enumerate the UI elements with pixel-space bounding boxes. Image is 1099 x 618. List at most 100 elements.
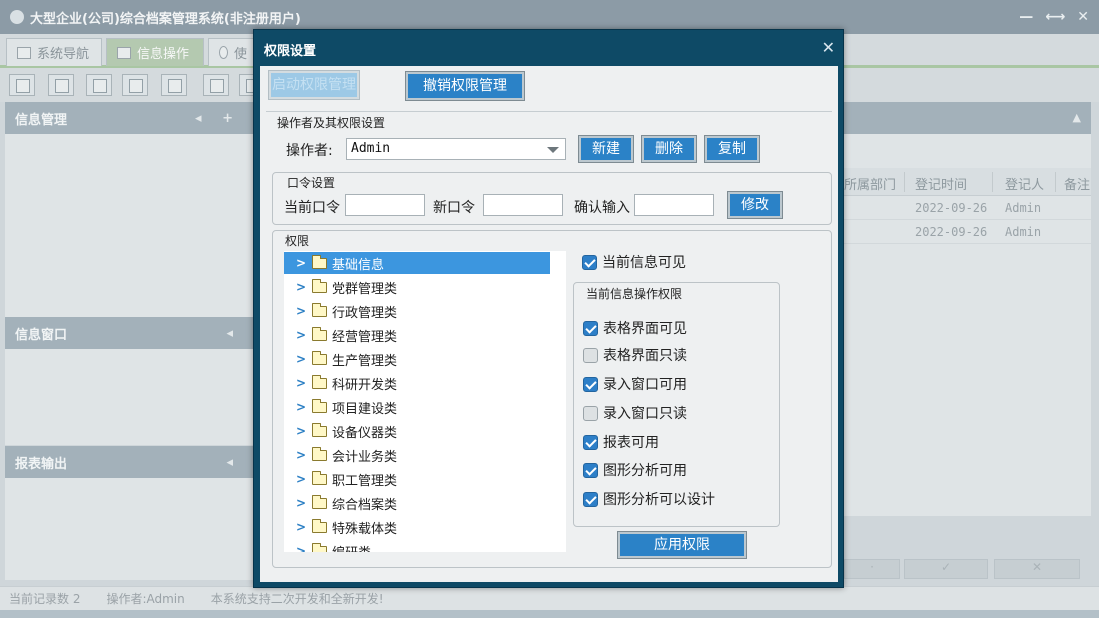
ops-checkbox[interactable]: 图形分析可以设计 [583, 489, 715, 509]
panel-info-management[interactable]: 信息管理 ◂ + [5, 102, 255, 134]
toolbar-list-icon[interactable] [86, 74, 112, 96]
checkbox-checked-icon[interactable] [583, 320, 598, 336]
toolbar-export-icon[interactable] [203, 74, 229, 96]
bottom-strip [0, 610, 1099, 618]
operator-label: 操作者: [286, 143, 333, 159]
chevron-right-icon[interactable]: > [296, 400, 306, 414]
checkbox-checked-icon[interactable] [583, 462, 598, 478]
folder-icon [312, 542, 327, 552]
tree-node[interactable]: > 特殊载体类 [284, 516, 550, 538]
ops-checkbox[interactable]: 录入窗口只读 [583, 403, 687, 423]
maximize-icon[interactable]: ⟷ [1045, 9, 1065, 25]
delete-operator-button[interactable]: 删除 [641, 135, 697, 163]
ops-checkbox[interactable]: 录入窗口可用 [583, 374, 687, 394]
tree-node[interactable]: > 科研开发类 [284, 372, 550, 394]
tab-third[interactable]: 使 [208, 38, 258, 66]
checkbox-checked-icon[interactable] [583, 434, 598, 450]
checkbox-checked-icon[interactable] [582, 254, 597, 270]
confirm-password-label: 确认输入 [574, 200, 630, 216]
ops-checkbox[interactable]: 图形分析可用 [583, 460, 687, 480]
close-icon[interactable]: ✕ [822, 38, 835, 57]
tree-node[interactable]: > 设备仪器类 [284, 420, 550, 442]
new-operator-button[interactable]: 新建 [578, 135, 634, 163]
chevron-right-icon[interactable]: > [296, 352, 306, 366]
toolbar-user-icon[interactable] [122, 74, 148, 96]
panel-collapse-icon[interactable]: ◂ + [195, 111, 241, 126]
apply-permission-button[interactable]: 应用权限 [617, 531, 747, 559]
chevron-down-icon[interactable] [547, 147, 559, 153]
checkbox-unchecked-icon[interactable] [583, 405, 598, 421]
tree-node[interactable]: > 行政管理类 [284, 300, 550, 322]
tab-system-nav[interactable]: 系统导航 [6, 38, 102, 66]
toolbar-doc-icon[interactable] [48, 74, 74, 96]
tree-node[interactable]: > 职工管理类 [284, 468, 550, 490]
checkbox-checked-icon[interactable] [583, 491, 598, 507]
status-bar: 当前记录数 2 操作者:Admin 本系统支持二次开发和全新开发! [0, 586, 1099, 610]
bg-nav-button[interactable]: · [844, 559, 900, 579]
panel-collapse-icon[interactable]: ◂ [226, 326, 241, 341]
checkbox-unchecked-icon[interactable] [583, 347, 598, 363]
visible-checkbox[interactable]: 当前信息可见 [582, 252, 686, 272]
tree-node[interactable]: > 综合档案类 [284, 492, 550, 514]
dialog-body: 启动权限管理 撤销权限管理 操作者及其权限设置 操作者: Admin 新建 删除… [260, 66, 838, 582]
toolbar-image-icon[interactable] [161, 74, 187, 96]
close-window-icon[interactable]: ✕ [1077, 9, 1089, 25]
ops-checkbox[interactable]: 表格界面可见 [583, 318, 687, 338]
enable-permission-button[interactable]: 启动权限管理 [268, 70, 360, 100]
folder-icon [312, 494, 327, 509]
table-row[interactable]: 2022-09-26 Admin [842, 196, 1091, 220]
status-record-count: 当前记录数 2 [9, 592, 81, 606]
folder-icon [312, 326, 327, 341]
chevron-right-icon[interactable]: > [296, 256, 306, 270]
category-tree[interactable]: > 基础信息 > 党群管理类 > 行政管理类 > 经营管理类 > 生产管理类 >… [284, 251, 566, 552]
collapse-up-icon[interactable]: ▲ [1073, 111, 1081, 124]
minimize-icon[interactable]: — [1019, 9, 1033, 25]
current-password-input[interactable] [345, 194, 425, 216]
permission-group-label: 权限 [283, 232, 312, 249]
tree-node[interactable]: > 会计业务类 [284, 444, 550, 466]
panel-collapse-icon[interactable]: ◂ [226, 455, 241, 470]
ops-checkbox[interactable]: 表格界面只读 [583, 345, 687, 365]
tree-node-basic-info[interactable]: > 基础信息 [284, 252, 550, 274]
panel-report-output[interactable]: 报表输出 ◂ [5, 446, 255, 478]
checkbox-checked-icon[interactable] [583, 376, 598, 392]
chevron-right-icon[interactable]: > [296, 280, 306, 294]
folder-icon [312, 350, 327, 365]
col-dept[interactable]: 所属部门 [844, 174, 896, 193]
operator-select[interactable]: Admin [346, 138, 566, 160]
tab-info-ops[interactable]: 信息操作 [106, 38, 204, 66]
chevron-right-icon[interactable]: > [296, 544, 306, 552]
tree-node[interactable]: > 生产管理类 [284, 348, 550, 370]
confirm-password-input[interactable] [634, 194, 714, 216]
chevron-right-icon[interactable]: > [296, 376, 306, 390]
col-time[interactable]: 登记时间 [915, 174, 967, 193]
disable-permission-button[interactable]: 撤销权限管理 [405, 71, 525, 101]
chevron-right-icon[interactable]: > [296, 328, 306, 342]
panel-info-window[interactable]: 信息窗口 ◂ [5, 317, 255, 349]
bg-confirm-button[interactable]: ✓ [904, 559, 988, 579]
chevron-right-icon[interactable]: > [296, 472, 306, 486]
chevron-right-icon[interactable]: > [296, 496, 306, 510]
modify-password-button[interactable]: 修改 [727, 191, 783, 219]
new-password-input[interactable] [483, 194, 563, 216]
folder-icon [312, 518, 327, 533]
tree-node[interactable]: > 党群管理类 [284, 276, 550, 298]
toolbar-search-icon[interactable] [9, 74, 35, 96]
chevron-right-icon[interactable]: > [296, 304, 306, 318]
clock-icon [219, 46, 228, 59]
col-note[interactable]: 备注 [1064, 174, 1090, 193]
bg-cancel-button[interactable]: ✕ [994, 559, 1080, 579]
tree-node[interactable]: > 项目建设类 [284, 396, 550, 418]
tree-node[interactable]: > 经营管理类 [284, 324, 550, 346]
ops-checkbox[interactable]: 报表可用 [583, 432, 659, 452]
status-notice: 本系统支持二次开发和全新开发! [210, 592, 384, 606]
folder-icon [312, 254, 327, 269]
copy-operator-button[interactable]: 复制 [704, 135, 760, 163]
col-user[interactable]: 登记人 [1005, 174, 1044, 193]
table-row[interactable]: 2022-09-26 Admin [842, 220, 1091, 244]
info-management-body [5, 134, 255, 317]
chevron-right-icon[interactable]: > [296, 448, 306, 462]
chevron-right-icon[interactable]: > [296, 424, 306, 438]
tree-node[interactable]: > 编研类 [284, 540, 550, 552]
chevron-right-icon[interactable]: > [296, 520, 306, 534]
